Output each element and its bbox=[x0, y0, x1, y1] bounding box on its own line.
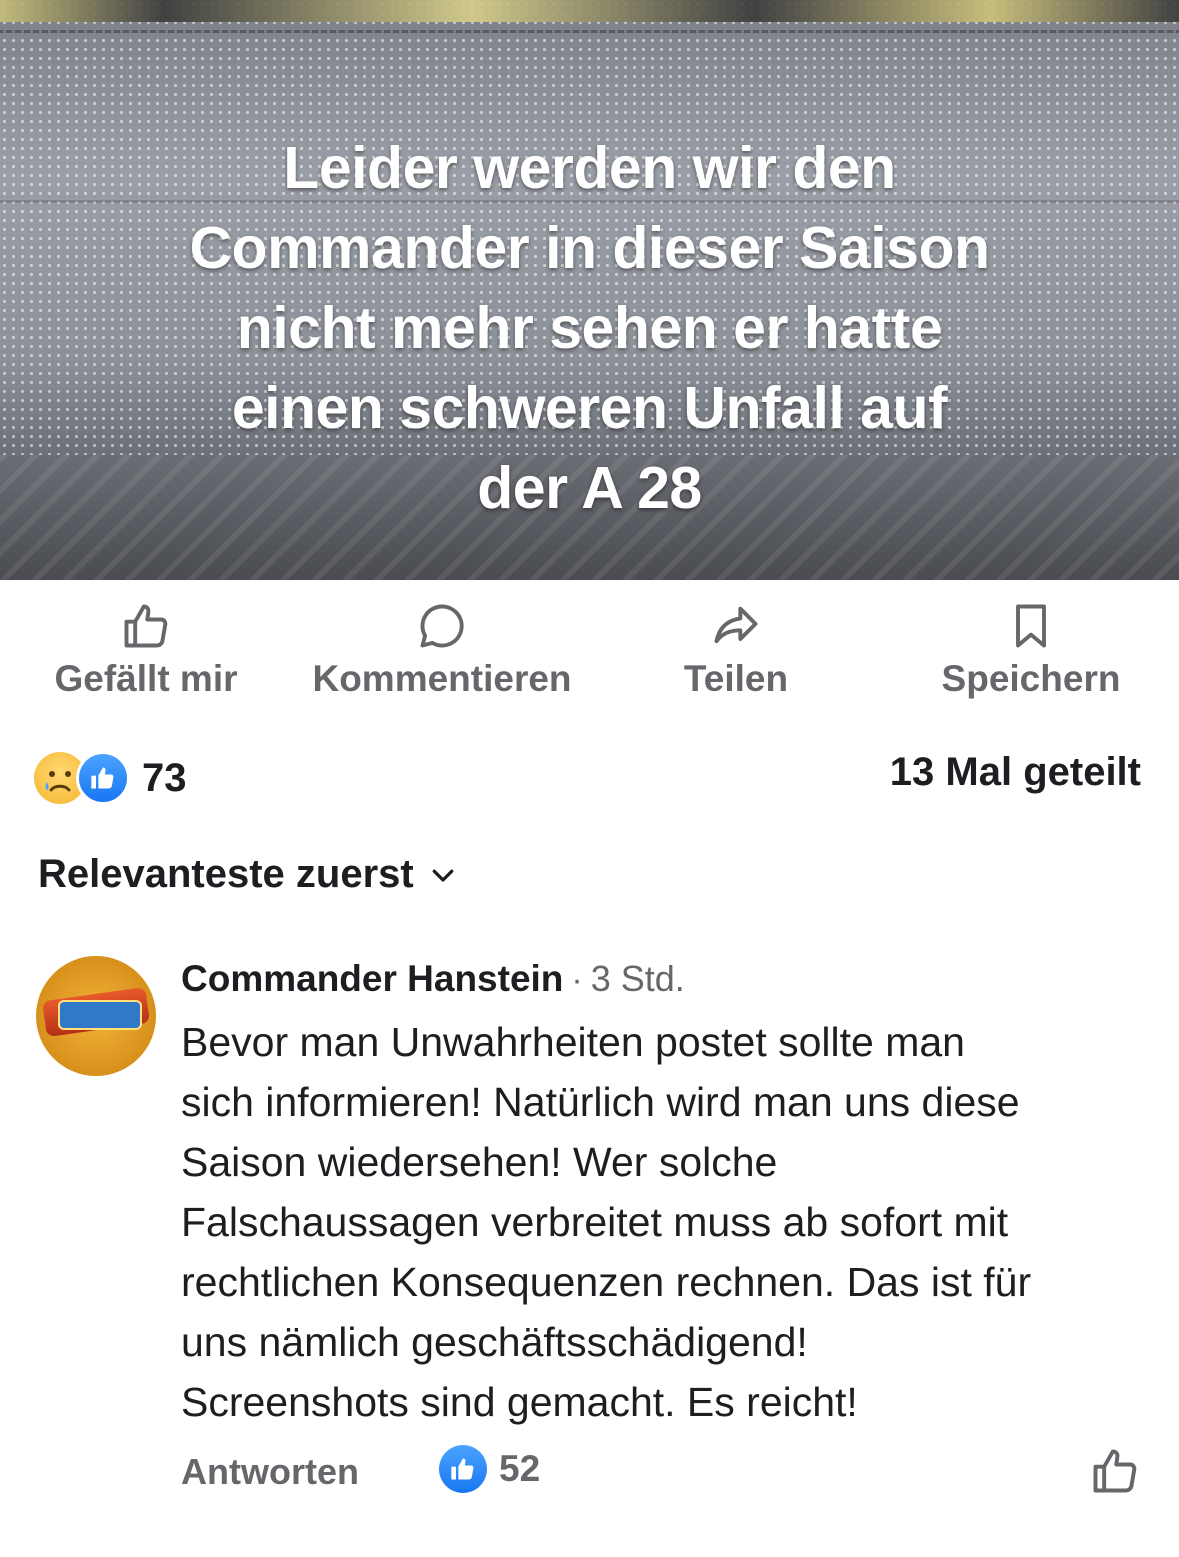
post-image[interactable]: Leider werden wir den Commander in diese… bbox=[0, 0, 1179, 580]
chevron-down-icon bbox=[432, 869, 454, 882]
comment-header: Commander Hanstein · 3 Std. bbox=[181, 958, 685, 1000]
share-button[interactable]: Teilen bbox=[672, 600, 800, 710]
comment-button[interactable]: Kommentieren bbox=[306, 600, 578, 710]
comment-sort-dropdown[interactable]: Relevanteste zuerst bbox=[38, 852, 458, 897]
comment-button-label: Kommentieren bbox=[312, 658, 572, 699]
save-button-label: Speichern bbox=[941, 658, 1121, 699]
comment-bubble-icon bbox=[420, 604, 464, 648]
share-button-label: Teilen bbox=[683, 658, 789, 699]
reply-button[interactable]: Antworten bbox=[181, 1451, 359, 1493]
thumbs-up-icon bbox=[1093, 1449, 1137, 1493]
comment-text: Bevor man Unwahrheiten postet sollte man… bbox=[181, 1019, 1032, 1425]
avatar-logo-banner bbox=[58, 1000, 142, 1030]
comment-separator: · bbox=[571, 961, 583, 999]
comment-author-name[interactable]: Commander Hanstein bbox=[181, 958, 563, 1000]
thumbs-up-icon bbox=[124, 604, 168, 648]
post-action-bar: Gefällt mir Kommentieren Teilen Speicher… bbox=[0, 600, 1179, 710]
comment-reaction-summary[interactable]: 52 bbox=[439, 1445, 540, 1493]
like-button-label: Gefällt mir bbox=[54, 658, 238, 699]
like-button[interactable]: Gefällt mir bbox=[48, 600, 244, 710]
share-arrow-icon bbox=[714, 606, 758, 644]
comment-sort-label: Relevanteste zuerst bbox=[38, 852, 414, 896]
image-top-stripe bbox=[0, 0, 1179, 22]
comment-like-button[interactable] bbox=[1089, 1445, 1141, 1497]
comment-like-count: 52 bbox=[499, 1448, 541, 1489]
like-reaction-icon bbox=[76, 751, 130, 805]
reaction-summary[interactable]: 73 bbox=[34, 750, 187, 806]
comment-footer: Antworten 52 bbox=[181, 1445, 1141, 1501]
share-count[interactable]: 13 Mal geteilt bbox=[890, 750, 1141, 795]
post-image-caption: Leider werden wir den Commander in diese… bbox=[189, 135, 990, 521]
like-reaction-icon bbox=[439, 1445, 487, 1493]
comment-author-avatar[interactable] bbox=[36, 956, 156, 1076]
bookmark-icon bbox=[1016, 604, 1046, 648]
reaction-count: 73 bbox=[142, 755, 187, 800]
save-button[interactable]: Speichern bbox=[934, 600, 1128, 710]
image-seam bbox=[0, 30, 1179, 33]
comment-timestamp[interactable]: 3 Std. bbox=[591, 958, 685, 1000]
